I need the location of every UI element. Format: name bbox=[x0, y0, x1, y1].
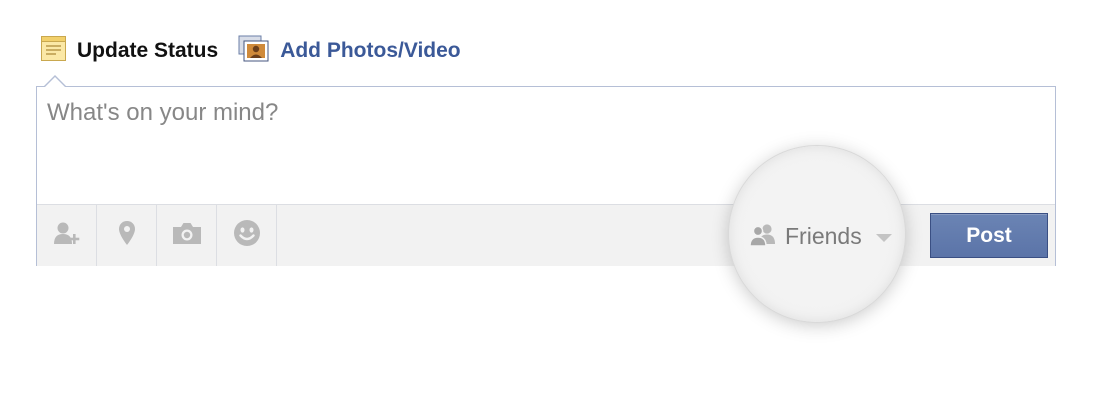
tab-update-status-label: Update Status bbox=[77, 39, 219, 62]
post-button[interactable]: Post bbox=[930, 213, 1048, 258]
status-note-icon bbox=[40, 35, 67, 67]
chevron-down-icon bbox=[875, 233, 892, 242]
tab-update-status[interactable]: Update Status bbox=[40, 35, 218, 67]
tab-add-photos-video-label: Add Photos/Video bbox=[280, 39, 461, 62]
tab-add-photos-video[interactable]: Add Photos/Video bbox=[238, 35, 461, 68]
audience-label: Friends bbox=[785, 222, 862, 249]
smiley-icon bbox=[233, 219, 261, 252]
tag-friends-button[interactable] bbox=[37, 205, 97, 266]
status-input[interactable] bbox=[37, 87, 1055, 203]
add-location-button[interactable] bbox=[97, 205, 157, 266]
camera-icon bbox=[171, 221, 203, 250]
add-feeling-button[interactable] bbox=[217, 205, 277, 266]
audience-selector[interactable]: Friends bbox=[749, 219, 892, 253]
tab-pointer-fill bbox=[45, 77, 65, 87]
friends-icon bbox=[749, 222, 777, 251]
composer-tabs: Update Status Add Photos/Video bbox=[40, 34, 461, 68]
tag-friends-icon bbox=[53, 220, 81, 251]
photo-album-icon bbox=[238, 35, 270, 68]
location-icon bbox=[118, 220, 136, 251]
add-photo-button[interactable] bbox=[157, 205, 217, 266]
